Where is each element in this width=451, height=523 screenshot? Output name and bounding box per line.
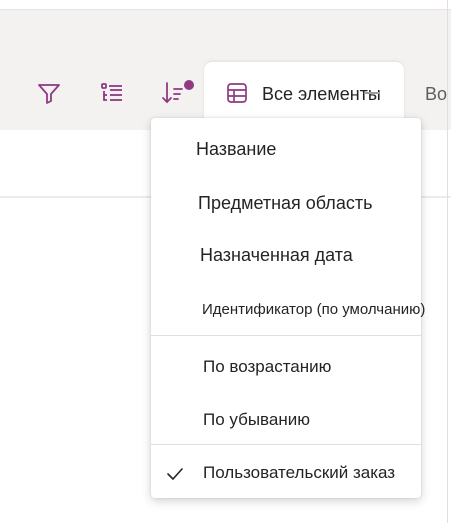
menu-divider [151,444,421,445]
menu-item-label: По убыванию [203,410,310,429]
grid-view-icon [227,83,247,103]
sort-field-due-date[interactable]: Назначенная дата [151,236,421,276]
menu-item-label: По возрастанию [203,357,332,376]
filter-button[interactable] [34,78,64,108]
sort-icon [162,82,183,104]
filter-icon [38,84,60,104]
sort-order-descending[interactable]: По убыванию [151,401,421,441]
menu-item-label: Название [196,139,277,159]
pane-edge [447,0,448,523]
sort-custom-order[interactable]: Пользовательский заказ [151,454,421,494]
menu-item-label: Пользовательский заказ [203,463,396,482]
group-by-button[interactable] [97,78,127,108]
view-selector-label: Все элементы [262,84,381,104]
sort-dropdown-menu: Название Предметная область Назначенная … [151,118,425,498]
sort-field-id-default[interactable]: Идентификатор (по умолчанию) [151,290,425,330]
sort-order-ascending[interactable]: По возрастанию [151,348,421,388]
chevron-down-icon [364,92,380,94]
menu-item-label: Идентификатор (по умолчанию) [202,301,426,318]
sort-active-badge [184,80,194,90]
sort-field-title[interactable]: Название [151,130,421,170]
next-view-tab[interactable]: Во [425,84,447,105]
menu-item-label: Назначенная дата [200,245,353,265]
menu-item-label: Предметная область [198,193,373,213]
checkmark-icon [167,468,183,480]
group-by-icon [101,83,122,101]
top-bar [0,0,451,10]
sort-field-subject[interactable]: Предметная область [151,184,421,224]
menu-divider [151,335,421,336]
